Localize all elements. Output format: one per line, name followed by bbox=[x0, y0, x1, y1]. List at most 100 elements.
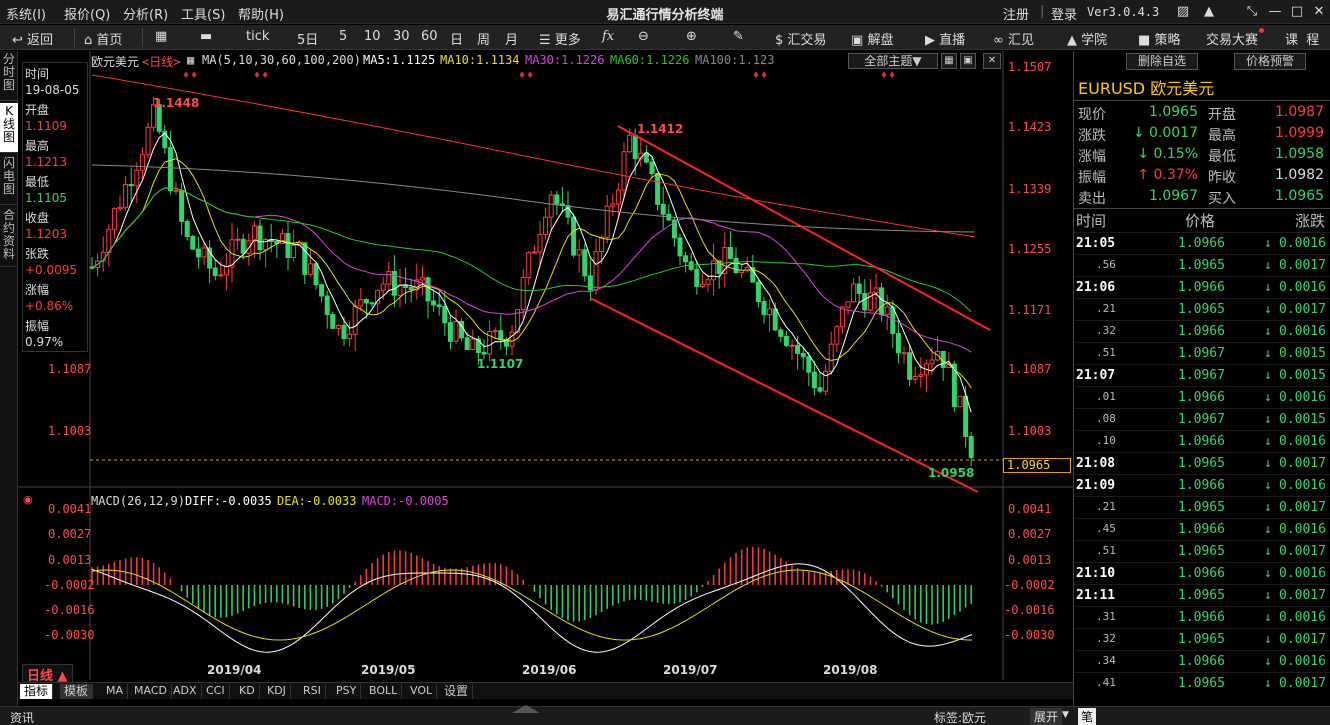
tick-change-arrow: ↓ bbox=[1264, 280, 1272, 295]
expand-button[interactable]: 展开 bbox=[1030, 708, 1063, 725]
tab-boll[interactable]: BOLL bbox=[365, 684, 403, 699]
tick-price: 1.0966 bbox=[1178, 324, 1225, 339]
tick-change-arrow: ↓ bbox=[1264, 258, 1272, 273]
candle-body bbox=[587, 275, 593, 291]
candle-body bbox=[464, 337, 470, 350]
macd-panel bbox=[91, 546, 973, 653]
chart-type-icon[interactable]: ▦ bbox=[187, 53, 194, 67]
candle-body bbox=[179, 189, 185, 222]
tick-row: .41 1.0965 ↓ 0.0017 bbox=[1074, 672, 1330, 694]
tick-row: .01 1.0966 ↓ 0.0016 bbox=[1074, 386, 1330, 408]
tick-change: 0.0016 bbox=[1279, 566, 1326, 581]
change-value: +0.0095 bbox=[25, 263, 78, 277]
candle-body bbox=[369, 302, 375, 305]
tab-ma[interactable]: MA bbox=[102, 684, 129, 699]
event-marker-icon: ♦♦ bbox=[880, 71, 896, 81]
candle-body bbox=[649, 161, 655, 175]
remove-watchlist-button[interactable]: 删除自选 bbox=[1126, 53, 1198, 70]
tab-cci[interactable]: CCI bbox=[202, 684, 230, 699]
macd-tick: -0.0016 bbox=[44, 603, 95, 617]
ime-indicator[interactable]: 笔 bbox=[1078, 708, 1097, 725]
candle-body bbox=[615, 189, 621, 205]
ticks-header: 时间 价格 涨跌 bbox=[1074, 209, 1330, 231]
candle-body bbox=[548, 194, 554, 218]
date-tick: 2019/05 bbox=[361, 663, 416, 677]
candle-body bbox=[554, 194, 560, 205]
candle-body bbox=[683, 255, 689, 263]
price-tick: 1.1255 bbox=[1008, 242, 1052, 256]
tick-change: 0.0016 bbox=[1279, 522, 1326, 537]
candle-body bbox=[335, 324, 341, 329]
indicator-settings-icon[interactable]: ◉ bbox=[23, 493, 33, 506]
tick-row: .21 1.0965 ↓ 0.0017 bbox=[1074, 496, 1330, 518]
candle-body bbox=[968, 435, 974, 459]
quote-label: 昨收 bbox=[1208, 170, 1236, 186]
tick-change-arrow: ↓ bbox=[1264, 654, 1272, 669]
candle-body bbox=[453, 320, 459, 342]
quote-row: 振幅 ↑ 0.37% 昨收 1.0982 bbox=[1078, 167, 1328, 188]
tab-psy[interactable]: PSY bbox=[332, 684, 362, 699]
tick-change-arrow: ↓ bbox=[1264, 346, 1272, 361]
ma100-value: MA100:1.123 bbox=[695, 53, 775, 67]
candle-body bbox=[755, 281, 761, 303]
tick-change-arrow: ↓ bbox=[1264, 500, 1272, 515]
tick-change: 0.0017 bbox=[1279, 544, 1326, 559]
tab-rsi[interactable]: RSI bbox=[299, 684, 326, 699]
candle-body bbox=[291, 244, 297, 258]
tick-change-arrow: ↓ bbox=[1264, 390, 1272, 405]
tick-time: .10 bbox=[1096, 434, 1116, 447]
time-label: 时间 bbox=[25, 67, 50, 81]
tab-macd[interactable]: MACD bbox=[130, 684, 172, 699]
candle-body bbox=[128, 183, 134, 187]
price-tick: 1.1171 bbox=[1008, 303, 1052, 317]
period-label: <日线> bbox=[142, 55, 181, 69]
macd-diff-line bbox=[91, 563, 973, 653]
tick-price: 1.0967 bbox=[1178, 412, 1225, 427]
quote-value: 1.0982 bbox=[1275, 167, 1324, 183]
tab-indicators[interactable]: 指标 bbox=[20, 684, 54, 699]
grid-icon[interactable]: ▦ bbox=[941, 53, 957, 69]
candle-body bbox=[789, 344, 795, 347]
tick-time: 21:08 bbox=[1076, 456, 1116, 471]
tab-adx[interactable]: ADX bbox=[169, 684, 202, 699]
tick-change: 0.0017 bbox=[1279, 632, 1326, 647]
news-tab[interactable]: 资讯 bbox=[10, 709, 34, 725]
tick-price: 1.0966 bbox=[1178, 610, 1225, 625]
close-panel-icon[interactable]: ✕ bbox=[983, 53, 1001, 69]
tick-price: 1.0966 bbox=[1178, 654, 1225, 669]
tick-row: 21:05 1.0966 ↓ 0.0016 bbox=[1074, 232, 1330, 254]
quote-row: 涨幅 ↓ 0.15% 最低 1.0958 bbox=[1078, 146, 1328, 167]
tick-price: 1.0966 bbox=[1178, 434, 1225, 449]
tick-price: 1.0966 bbox=[1178, 236, 1225, 251]
date-value: 19-08-05 bbox=[25, 83, 80, 97]
tab-settings[interactable]: 设置 bbox=[440, 684, 474, 699]
tab-kdj[interactable]: KDJ bbox=[263, 684, 291, 699]
candle-body bbox=[447, 322, 453, 342]
layout-icon[interactable]: ▣ bbox=[960, 53, 976, 69]
high-label: 最高 bbox=[25, 139, 50, 153]
ticks-time-header: 时间 bbox=[1076, 212, 1107, 230]
tick-time: .41 bbox=[1096, 676, 1116, 689]
dropdown-icon[interactable]: ▼ bbox=[1062, 710, 1069, 720]
tick-row: 21:10 1.0966 ↓ 0.0016 bbox=[1074, 562, 1330, 584]
candle-body bbox=[223, 266, 229, 276]
price-tick-left: 1.1087 bbox=[48, 362, 92, 376]
candle-body bbox=[307, 263, 313, 275]
close-value: 1.1203 bbox=[25, 227, 67, 241]
tick-change-arrow: ↓ bbox=[1264, 456, 1272, 471]
tab-vol[interactable]: VOL bbox=[406, 684, 438, 699]
ticks-price-header: 价格 bbox=[1185, 212, 1216, 230]
candle-body bbox=[800, 352, 806, 358]
price-alert-button[interactable]: 价格预警 bbox=[1234, 53, 1306, 70]
tick-time: 21:05 bbox=[1076, 236, 1116, 251]
date-tick: 2019/04 bbox=[207, 663, 262, 677]
candle-body bbox=[823, 370, 829, 392]
candle-body bbox=[240, 238, 246, 254]
tab-kd[interactable]: KD bbox=[235, 684, 260, 699]
tick-row: .21 1.0965 ↓ 0.0017 bbox=[1074, 298, 1330, 320]
expand-arrow-icon[interactable] bbox=[512, 705, 540, 713]
candle-body bbox=[313, 263, 319, 286]
quote-value: 1.0999 bbox=[1275, 125, 1324, 141]
theme-dropdown[interactable]: 全部主题▼ bbox=[848, 53, 938, 69]
tab-templates[interactable]: 模板 bbox=[60, 684, 94, 699]
